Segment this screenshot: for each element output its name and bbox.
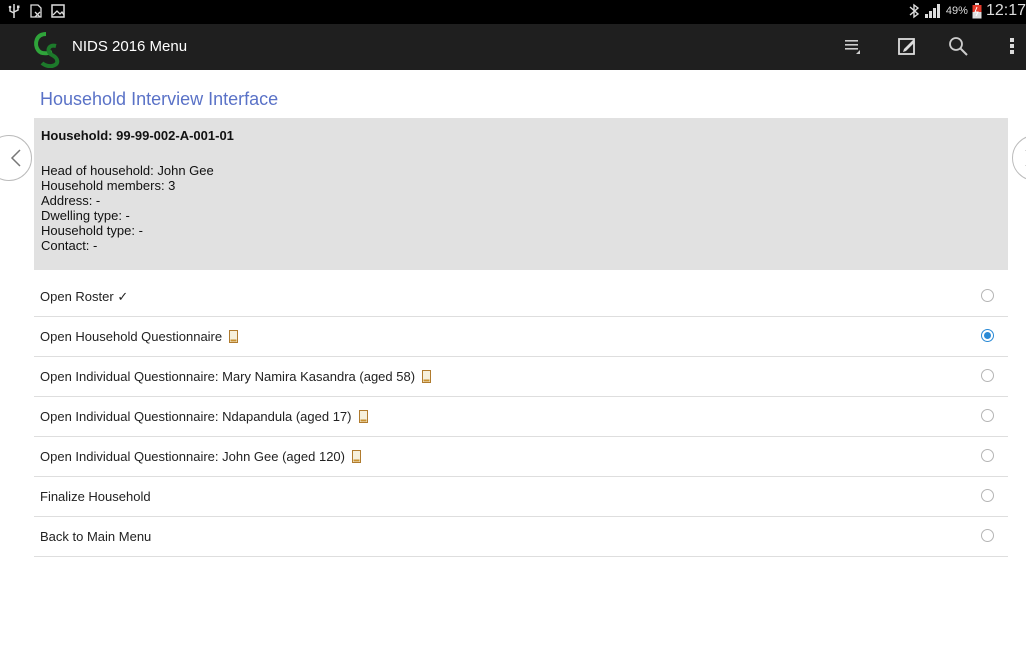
- household-id: Household: 99-99-002-A-001-01: [41, 128, 234, 143]
- menu-item[interactable]: Back to Main Menu: [34, 517, 1008, 557]
- menu-item-label: Open Roster ✓: [40, 289, 128, 305]
- menu-item-label: Open Individual Questionnaire: Ndapandul…: [40, 409, 368, 424]
- radio-button[interactable]: [981, 449, 994, 462]
- address: Address: -: [41, 193, 101, 208]
- household-info-panel: Household: 99-99-002-A-001-01 Head of ho…: [34, 118, 1008, 270]
- device-icon: [351, 450, 361, 463]
- contact: Contact: -: [41, 238, 98, 253]
- list-icon[interactable]: [842, 35, 864, 57]
- radio-button[interactable]: [981, 369, 994, 382]
- menu-item[interactable]: Open Individual Questionnaire: John Gee …: [34, 437, 1008, 477]
- no-sim-icon: [30, 4, 42, 18]
- radio-button[interactable]: [981, 409, 994, 422]
- menu-item-text: Open Individual Questionnaire: Ndapandul…: [40, 409, 352, 424]
- menu-item-label: Open Individual Questionnaire: John Gee …: [40, 449, 361, 464]
- household-members: Household members: 3: [41, 178, 176, 193]
- battery-icon: [972, 3, 982, 19]
- menu-item-text: Back to Main Menu: [40, 529, 152, 544]
- radio-button[interactable]: [981, 329, 994, 342]
- previous-button[interactable]: [0, 135, 32, 181]
- app-title: NIDS 2016 Menu: [72, 38, 188, 55]
- page-title: Household Interview Interface: [40, 89, 279, 109]
- battery-percent: 49%: [945, 5, 968, 17]
- menu-item-label: Finalize Household: [40, 489, 151, 504]
- radio-button[interactable]: [981, 529, 994, 542]
- menu-item[interactable]: Open Roster ✓: [34, 277, 1008, 317]
- menu-item-label: Open Household Questionnaire: [40, 329, 239, 344]
- image-icon: [51, 4, 65, 18]
- chevron-left-icon: [10, 149, 21, 167]
- menu-item-label: Back to Main Menu: [40, 529, 151, 544]
- menu-item[interactable]: Finalize Household: [34, 477, 1008, 517]
- menu-item-text: Open Roster ✓: [40, 289, 129, 304]
- clock: 12:17: [985, 2, 1026, 19]
- search-icon[interactable]: [947, 35, 969, 57]
- device-icon: [229, 330, 239, 343]
- device-icon: [422, 370, 432, 383]
- menu-item-label: Open Individual Questionnaire: Mary Nami…: [40, 369, 432, 384]
- menu-list: Open Roster ✓ Open Household Questionnair…: [34, 277, 1008, 557]
- chevron-right-icon: [1025, 150, 1026, 166]
- head-of-household: Head of household: John Gee: [41, 163, 214, 178]
- menu-item-text: Open Individual Questionnaire: Mary Nami…: [40, 369, 416, 384]
- radio-button[interactable]: [981, 289, 994, 302]
- device-icon: [358, 410, 368, 423]
- menu-item-text: Open Individual Questionnaire: John Gee …: [40, 449, 345, 464]
- app-logo-icon[interactable]: [32, 28, 72, 68]
- menu-item-text: Finalize Household: [40, 489, 151, 504]
- edit-icon[interactable]: [896, 35, 918, 57]
- status-bar: 49% 12:17: [0, 0, 1026, 24]
- radio-button[interactable]: [981, 489, 994, 502]
- bluetooth-icon: [909, 3, 920, 19]
- usb-icon: [8, 4, 20, 18]
- household-type: Household type: -: [41, 223, 143, 238]
- menu-item[interactable]: Open Individual Questionnaire: Mary Nami…: [34, 357, 1008, 397]
- menu-item[interactable]: Open Individual Questionnaire: Ndapandul…: [34, 397, 1008, 437]
- next-button[interactable]: [1012, 135, 1026, 181]
- menu-item[interactable]: Open Household Questionnaire: [34, 317, 1008, 357]
- menu-item-text: Open Household Questionnaire: [40, 329, 223, 344]
- action-bar: NIDS 2016 Menu: [0, 24, 1026, 70]
- more-vert-icon[interactable]: [1001, 35, 1023, 57]
- dwelling-type: Dwelling type: -: [41, 208, 130, 223]
- signal-icon: [924, 4, 940, 18]
